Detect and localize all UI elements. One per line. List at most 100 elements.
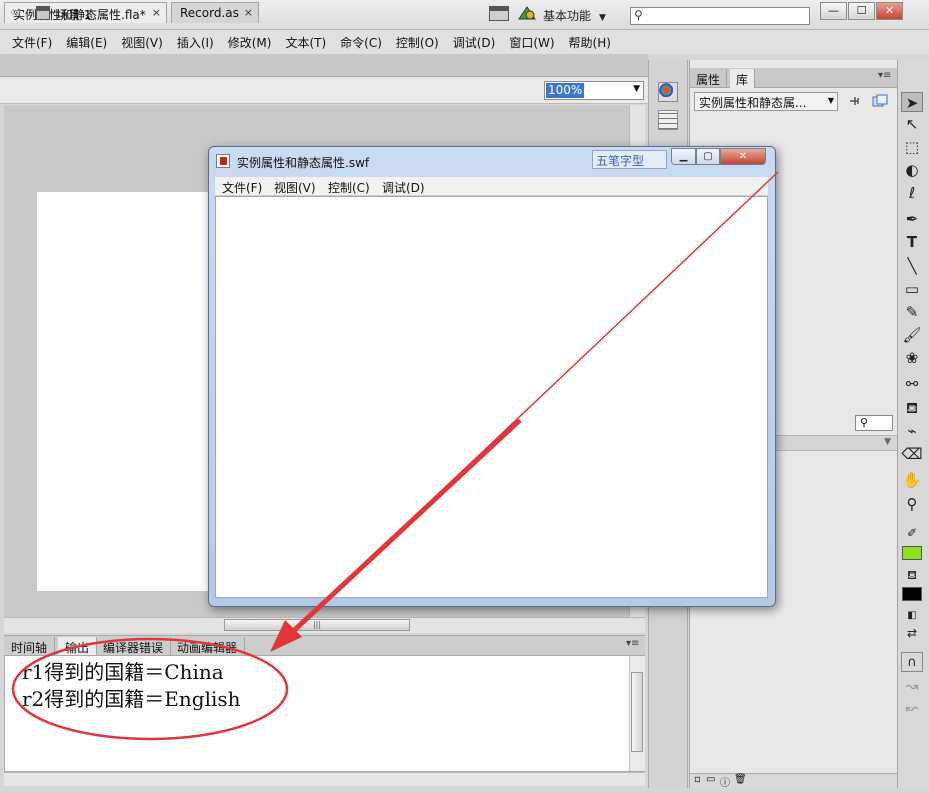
tab-motion-editor[interactable]: 动画编辑器	[170, 637, 246, 656]
panel-menu-icon[interactable]: ▾≡	[626, 638, 639, 649]
panel-menu-icon[interactable]: ▾≡	[878, 70, 891, 81]
tab-timeline[interactable]: 时间轴	[4, 637, 56, 656]
main-menubar: 文件(F) 编辑(E) 视图(V) 插入(I) 修改(M) 文本(T) 命令(C…	[0, 30, 929, 54]
swf-menu-control[interactable]: 控制(C)	[328, 179, 370, 196]
swf-content-area[interactable]	[215, 196, 768, 598]
menu-window[interactable]: 窗口(W)	[509, 34, 554, 51]
scrollbar-thumb[interactable]: |||	[224, 619, 410, 631]
selection-tool-icon[interactable]: ➤	[901, 92, 923, 112]
bottom-panel-tabs: 时间轴 输出 编译器错误 动画编辑器 ▾≡	[4, 635, 645, 656]
menu-insert[interactable]: 插入(I)	[177, 34, 214, 51]
flash-player-icon	[216, 154, 230, 168]
eraser-tool-icon[interactable]: ⌫	[901, 444, 923, 464]
chevron-down-icon: ▼	[827, 96, 834, 105]
eyedropper-tool-icon[interactable]: ⌁	[901, 421, 923, 441]
close-icon[interactable]: ×	[152, 6, 161, 19]
trash-icon[interactable]: 🗑	[734, 774, 747, 785]
fill-color-icon: ⛾	[907, 568, 917, 582]
smooth-icon[interactable]: ↝	[901, 676, 923, 696]
scene-breadcrumb[interactable]: 场景 1	[56, 6, 91, 23]
chevron-down-icon[interactable]: ▼	[884, 437, 891, 447]
workspace-label: 基本功能	[543, 9, 592, 23]
new-symbol-icon[interactable]: ▫	[694, 774, 701, 785]
tab-label: Record.as	[180, 6, 239, 20]
new-library-panel-icon[interactable]	[872, 94, 888, 108]
properties-icon[interactable]: ⓘ	[720, 774, 730, 789]
swf-close-button[interactable]: ✕	[720, 148, 766, 165]
lasso-tool-icon[interactable]: ℓ	[901, 183, 923, 203]
properties-library-tabs: 属性 库 ▾≡	[690, 68, 897, 88]
text-tool-icon[interactable]: T	[901, 232, 923, 252]
rectangle-tool-icon[interactable]: ▭	[901, 279, 923, 299]
line-tool-icon[interactable]: ╲	[901, 256, 923, 276]
tab-properties[interactable]: 属性	[690, 69, 728, 88]
maximize-button[interactable]: ☐	[848, 2, 875, 20]
output-horizontal-scrollbar[interactable]	[4, 772, 645, 786]
fill-color-swatch[interactable]	[902, 587, 922, 601]
menu-commands[interactable]: 命令(C)	[340, 34, 382, 51]
snap-magnet-icon[interactable]: ∩	[901, 652, 923, 672]
hand-tool-icon[interactable]: ✋	[901, 470, 923, 490]
menu-view[interactable]: 视图(V)	[121, 34, 163, 51]
straighten-icon[interactable]: ↜	[901, 698, 923, 718]
zoom-value: 100%	[546, 83, 585, 98]
document-tab-bar	[0, 54, 648, 77]
swap-colors-icon[interactable]: ⇄	[901, 623, 923, 643]
search-icon: ⚲	[860, 416, 869, 429]
tab-output[interactable]: 输出	[58, 637, 98, 656]
menu-debug[interactable]: 调试(D)	[453, 34, 496, 51]
swf-window-title: 实例属性和静态属性.swf	[237, 156, 370, 170]
swf-menubar: 文件(F) 视图(V) 控制(C) 调试(D)	[215, 177, 768, 196]
menu-text[interactable]: 文本(T)	[285, 34, 326, 51]
stroke-color-icon: ✐	[906, 526, 918, 540]
stage[interactable]	[37, 192, 212, 591]
library-search-input[interactable]: ⚲	[855, 415, 893, 431]
tab-record-as[interactable]: Record.as ×	[171, 2, 259, 23]
brush-tool-icon[interactable]: 🖌	[901, 325, 923, 345]
swf-menu-file[interactable]: 文件(F)	[222, 179, 262, 196]
close-icon[interactable]: ×	[244, 6, 253, 19]
minimize-button[interactable]: —	[820, 2, 847, 20]
library-select-label: 实例属性和静态属...	[699, 96, 807, 110]
library-document-select[interactable]: 实例属性和静态属... ▼	[694, 92, 838, 111]
subselection-tool-icon[interactable]: ↖	[901, 114, 923, 134]
menu-help[interactable]: 帮助(H)	[569, 34, 611, 51]
new-folder-icon[interactable]: ▭	[706, 774, 715, 785]
clapperboard-icon	[36, 6, 50, 20]
zoom-tool-icon[interactable]: ⚲	[901, 494, 923, 514]
workspace-switcher[interactable]: 基本功能 ▼	[543, 7, 606, 24]
help-search-input[interactable]: ⚲	[630, 7, 810, 25]
3d-rotation-tool-icon[interactable]: ◐	[901, 160, 923, 180]
output-line: r2得到的国籍＝English	[22, 687, 241, 711]
edit-scene-icon[interactable]	[489, 6, 509, 21]
scrollbar-thumb[interactable]	[631, 672, 643, 752]
edit-symbol-icon[interactable]	[517, 5, 537, 21]
pen-tool-icon[interactable]: ✒	[901, 209, 923, 229]
deco-tool-icon[interactable]: ❀	[901, 348, 923, 368]
output-line: r1得到的国籍＝China	[22, 660, 224, 684]
align-grid-icon[interactable]	[658, 110, 678, 130]
ime-indicator[interactable]: 五笔字型	[592, 150, 667, 169]
swf-menu-view[interactable]: 视图(V)	[274, 179, 316, 196]
ime-label: 五笔字型	[596, 154, 645, 168]
tab-library[interactable]: 库	[730, 69, 756, 88]
search-icon: ⚲	[634, 8, 643, 22]
back-arrow-icon[interactable]: ⇦	[10, 5, 21, 20]
close-button[interactable]: ✕	[876, 2, 903, 20]
stroke-color-swatch[interactable]	[902, 546, 922, 560]
paint-bucket-tool-icon[interactable]: ⛾	[901, 398, 923, 418]
color-palette-icon[interactable]	[658, 82, 678, 102]
swf-maximize-button[interactable]: ▢	[696, 148, 720, 165]
tab-compiler-errors[interactable]: 编译器错误	[96, 637, 172, 656]
zoom-select[interactable]: 100% ▼	[544, 81, 644, 100]
pin-icon[interactable]	[848, 94, 862, 108]
swf-menu-debug[interactable]: 调试(D)	[382, 179, 425, 196]
menu-edit[interactable]: 编辑(E)	[66, 34, 107, 51]
swf-minimize-button[interactable]: ▁	[671, 148, 696, 165]
menu-control[interactable]: 控制(O)	[396, 34, 439, 51]
bone-tool-icon[interactable]: ⚯	[901, 374, 923, 394]
pencil-tool-icon[interactable]: ✎	[901, 302, 923, 322]
menu-file[interactable]: 文件(F)	[12, 34, 52, 51]
free-transform-tool-icon[interactable]: ⬚	[901, 137, 923, 157]
menu-modify[interactable]: 修改(M)	[228, 34, 272, 51]
